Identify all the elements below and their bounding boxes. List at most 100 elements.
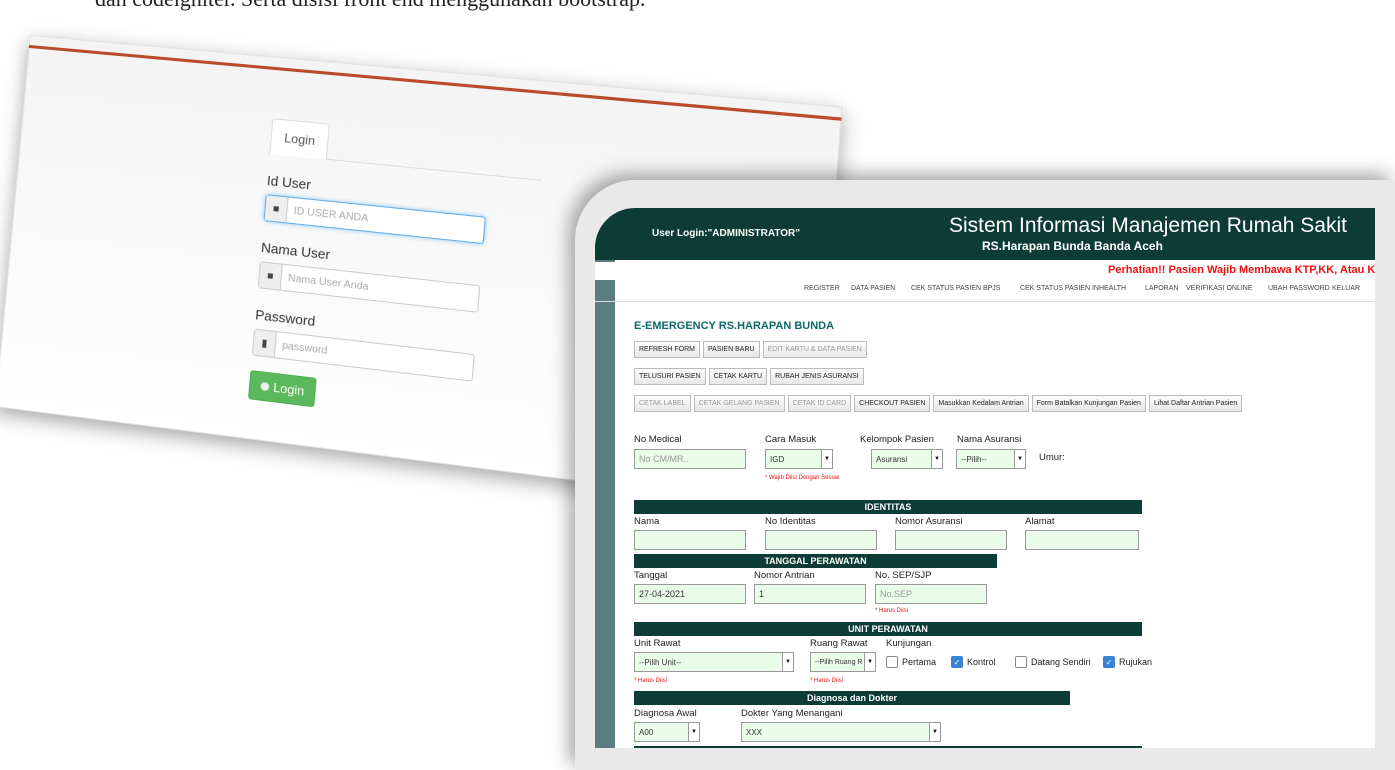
masukkan-antrian-button[interactable]: Masukkan Kedalam Antrian	[933, 395, 1028, 412]
cetak-gelang-button[interactable]: CETAK GELANG PASIEN	[694, 395, 785, 412]
ruang-rawat-note: * Harus Diisi	[810, 678, 843, 684]
nama-asuransi-value: --Pilih--	[961, 455, 987, 464]
refresh-form-button[interactable]: REFRESH FORM	[634, 341, 700, 358]
cetak-kartu-button[interactable]: CETAK KARTU	[709, 368, 767, 385]
nav-cek-inhealth[interactable]: CEK STATUS PASIEN INHEALTH	[1020, 285, 1126, 292]
nama-asuransi-select[interactable]: --Pilih-- ▼	[956, 449, 1026, 469]
login-form: Login Id User ■ ID USER ANDA Nama User ■…	[248, 118, 550, 433]
no-identitas-label: No Identitas	[765, 516, 816, 527]
top-nav: REGISTER DATA PASIEN CEK STATUS PASIEN B…	[595, 282, 1375, 300]
nav-divider	[595, 301, 1375, 302]
nama-input[interactable]	[634, 530, 746, 550]
nav-register[interactable]: REGISTER	[804, 285, 840, 292]
kunjungan-pertama-checkbox[interactable]: Pertama	[886, 656, 936, 668]
lock-icon: ▮	[253, 330, 277, 358]
edit-kartu-button[interactable]: EDIT KARTU & DATA PASIEN	[763, 341, 867, 358]
user-login-text: User Login:"ADMINISTRATOR"	[652, 228, 800, 239]
sep-note: * Harus Diisi	[875, 608, 908, 614]
cara-masuk-note: * Wajib Diisi Dengan Sesuai	[765, 475, 839, 481]
sep-label: No. SEP/SJP	[875, 570, 932, 581]
rujukan-label: Rujukan	[1119, 657, 1152, 667]
kunjungan-label: Kunjungan	[886, 638, 931, 649]
no-identitas-input[interactable]	[765, 530, 877, 550]
nomor-asuransi-input[interactable]	[895, 530, 1007, 550]
simrs-screen: User Login:"ADMINISTRATOR" Sistem Inform…	[595, 208, 1375, 748]
tanggal-input[interactable]: 27-04-2021	[634, 584, 746, 604]
diagnosa-awal-select[interactable]: A00 ▼	[634, 722, 700, 742]
checkbox-unchecked-icon	[886, 656, 898, 668]
checkbox-unchecked-icon	[1015, 656, 1027, 668]
checkbox-checked-icon: ✓	[1103, 656, 1115, 668]
dokter-label: Dokter Yang Menangani	[741, 708, 843, 719]
pasien-baru-button[interactable]: PASIEN BARU	[703, 341, 760, 358]
id-user-placeholder: ID USER ANDA	[287, 204, 369, 224]
no-medical-input[interactable]: No CM/MR..	[634, 449, 746, 469]
cara-masuk-value: IGD	[770, 455, 784, 464]
nama-label: Nama	[634, 516, 659, 527]
nav-ubah-password[interactable]: UBAH PASSWORD	[1268, 285, 1330, 292]
app-title: Sistem Informasi Manajemen Rumah Sakit	[949, 214, 1347, 238]
dropdown-arrow-icon: ▼	[688, 723, 699, 741]
unit-perawatan-header: UNIT PERAWATAN	[634, 622, 1142, 636]
nama-user-placeholder: Nama User Anda	[281, 272, 369, 293]
user-icon: ■	[259, 262, 283, 289]
button-row-2: TELUSURI PASIEN CETAK KARTU RUBAH JENIS …	[634, 368, 864, 385]
kunjungan-kontrol-checkbox[interactable]: ✓ Kontrol	[951, 656, 996, 668]
identitas-header: IDENTITAS	[634, 500, 1142, 514]
user-icon: ■	[265, 195, 289, 222]
rubah-asuransi-button[interactable]: RUBAH JENIS ASURANSI	[770, 368, 864, 385]
telusuri-pasien-button[interactable]: TELUSURI PASIEN	[634, 368, 706, 385]
diagnosa-awal-label: Diagnosa Awal	[634, 708, 697, 719]
kunjungan-rujukan-checkbox[interactable]: ✓ Rujukan	[1103, 656, 1152, 668]
nav-keluar[interactable]: KELUAR	[1332, 285, 1360, 292]
cara-masuk-select[interactable]: IGD ▼	[765, 449, 833, 469]
login-icon	[260, 382, 269, 391]
next-section-header	[634, 746, 1142, 748]
alamat-input[interactable]	[1025, 530, 1139, 550]
kelompok-pasien-label: Kelompok Pasien	[860, 434, 934, 445]
kontrol-label: Kontrol	[967, 657, 996, 667]
dokter-value: XXX	[746, 728, 762, 737]
diagnosa-header: Diagnosa dan Dokter	[634, 691, 1070, 705]
kelompok-pasien-value: Asuransi	[876, 455, 907, 464]
button-row-1: REFRESH FORM PASIEN BARU EDIT KARTU & DA…	[634, 341, 867, 358]
ruang-rawat-select[interactable]: --Pilih Ruang R ▼	[810, 652, 876, 672]
pertama-label: Pertama	[902, 657, 936, 667]
cetak-label-button[interactable]: CETAK LABEL	[634, 395, 691, 412]
page-title: E-EMERGENCY RS.HARAPAN BUNDA	[634, 320, 834, 332]
login-button[interactable]: Login	[248, 370, 317, 407]
unit-rawat-select[interactable]: --Pilih Unit-- ▼	[634, 652, 794, 672]
unit-rawat-note: * Harus Diisi	[634, 678, 667, 684]
cetak-id-card-button[interactable]: CETAK ID CARD	[788, 395, 852, 412]
kunjungan-datang-sendiri-checkbox[interactable]: Datang Sendiri	[1015, 656, 1091, 668]
nomor-asuransi-label: Nomor Asuransi	[895, 516, 963, 527]
nama-asuransi-label: Nama Asuransi	[957, 434, 1021, 445]
dokter-select[interactable]: XXX ▼	[741, 722, 941, 742]
dropdown-arrow-icon: ▼	[864, 653, 875, 671]
nav-verifikasi[interactable]: VERIFIKASI ONLINE	[1186, 285, 1253, 292]
datang-sendiri-label: Datang Sendiri	[1031, 657, 1091, 667]
dropdown-arrow-icon: ▼	[1014, 450, 1025, 468]
dropdown-arrow-icon: ▼	[821, 450, 832, 468]
sep-input[interactable]: No.SEP	[875, 584, 987, 604]
tanggal-perawatan-header: TANGGAL PERAWATAN	[634, 554, 997, 568]
button-row-3: CETAK LABEL CETAK GELANG PASIEN CETAK ID…	[634, 395, 1242, 412]
nav-cek-bpjs[interactable]: CEK STATUS PASIEN BPJS	[911, 285, 1000, 292]
dropdown-arrow-icon: ▼	[931, 450, 942, 468]
alamat-label: Alamat	[1025, 516, 1055, 527]
ruang-rawat-value: --Pilih Ruang R	[815, 659, 862, 666]
kelompok-pasien-select[interactable]: Asuransi ▼	[871, 449, 943, 469]
caption-text: dan codeigniter. Serta disisi front end …	[95, 0, 645, 12]
nomor-antrian-label: Nomor Antrian	[754, 570, 815, 581]
unit-rawat-label: Unit Rawat	[634, 638, 680, 649]
checkout-pasien-button[interactable]: CHECKOUT PASIEN	[854, 395, 930, 412]
dropdown-arrow-icon: ▼	[929, 723, 940, 741]
nav-laporan[interactable]: LAPORAN	[1145, 285, 1178, 292]
nav-data-pasien[interactable]: DATA PASIEN	[851, 285, 895, 292]
batalkan-kunjungan-button[interactable]: Form Batalkan Kunjungan Pasien	[1032, 395, 1146, 412]
diagnosa-awal-value: A00	[639, 728, 653, 737]
tab-login[interactable]: Login	[269, 118, 330, 160]
simrs-screenshot-frame: User Login:"ADMINISTRATOR" Sistem Inform…	[575, 180, 1395, 770]
nomor-antrian-input[interactable]: 1	[754, 584, 866, 604]
lihat-antrian-button[interactable]: Lihat Daftar Antrian Pasien	[1149, 395, 1242, 412]
